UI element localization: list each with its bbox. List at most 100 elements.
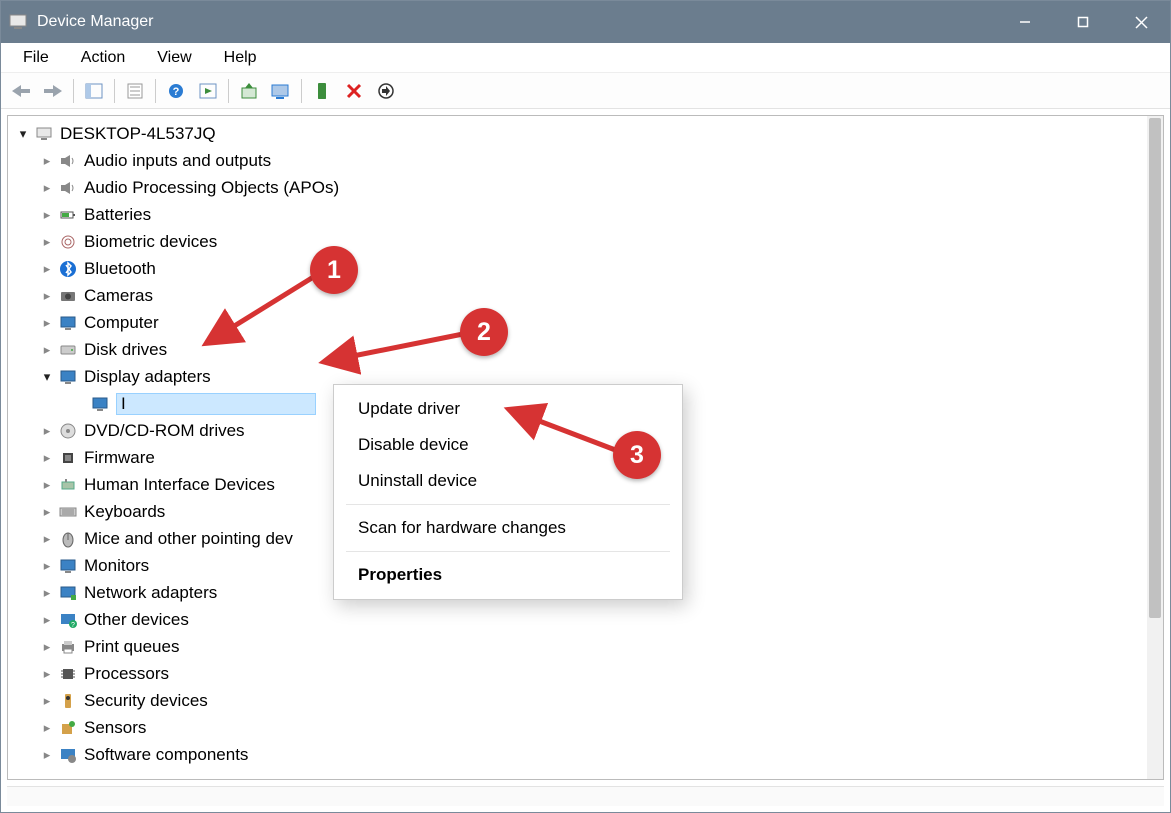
forward-button[interactable] — [38, 76, 68, 106]
disc-icon — [58, 421, 78, 441]
context-menu-item-update-driver[interactable]: Update driver — [334, 391, 682, 427]
expand-chevron-icon[interactable] — [40, 342, 54, 358]
back-button[interactable] — [6, 76, 36, 106]
tree-node-label: Disk drives — [84, 340, 167, 360]
tree-node-label: Other devices — [84, 610, 189, 630]
speaker-icon — [58, 151, 78, 171]
svg-text:?: ? — [71, 622, 75, 629]
expand-chevron-icon[interactable] — [40, 747, 54, 763]
tree-node-label: Audio Processing Objects (APOs) — [84, 178, 339, 198]
expand-chevron-icon[interactable] — [40, 180, 54, 196]
tree-node-label: Keyboards — [84, 502, 165, 522]
menu-help[interactable]: Help — [210, 45, 271, 71]
update-driver-button[interactable] — [234, 76, 264, 106]
context-menu-item-properties[interactable]: Properties — [334, 557, 682, 593]
expand-chevron-icon[interactable] — [40, 666, 54, 682]
expand-chevron-icon[interactable] — [40, 234, 54, 250]
tree-node-audio-processing-objects-apos-[interactable]: Audio Processing Objects (APOs) — [8, 174, 1147, 201]
tree-node-cameras[interactable]: Cameras — [8, 282, 1147, 309]
tree-node-label: DESKTOP-4L537JQ — [60, 124, 216, 144]
content-pane: DESKTOP-4L537JQ Audio inputs and outputs A… — [7, 115, 1164, 780]
tree-node-software-components[interactable]: Software components — [8, 741, 1147, 768]
tree-node-biometric-devices[interactable]: Biometric devices — [8, 228, 1147, 255]
tree-node-computer[interactable]: Computer — [8, 309, 1147, 336]
menu-view[interactable]: View — [143, 45, 205, 71]
device-manager-window: Device Manager File Action View Help ? — [0, 0, 1171, 813]
context-menu: Update driverDisable deviceUninstall dev… — [333, 384, 683, 600]
monitor-icon — [58, 556, 78, 576]
expand-chevron-icon[interactable] — [40, 693, 54, 709]
status-bar — [7, 786, 1164, 806]
tree-node-other-devices[interactable]: ? Other devices — [8, 606, 1147, 633]
expand-chevron-icon[interactable] — [40, 153, 54, 169]
tree-node-label: Batteries — [84, 205, 151, 225]
enable-device-button[interactable] — [307, 76, 337, 106]
computer-root-icon — [34, 124, 54, 144]
tree-node-processors[interactable]: Processors — [8, 660, 1147, 687]
other-icon: ? — [58, 610, 78, 630]
expand-chevron-icon[interactable] — [40, 423, 54, 439]
scan-hardware-button[interactable] — [266, 76, 296, 106]
expand-chevron-icon[interactable] — [40, 369, 54, 385]
toolbar-sep — [301, 79, 302, 103]
action-button[interactable] — [193, 76, 223, 106]
tree-node-print-queues[interactable]: Print queues — [8, 633, 1147, 660]
security-icon — [58, 691, 78, 711]
tree-node-disk-drives[interactable]: Disk drives — [8, 336, 1147, 363]
tree-root-node[interactable]: DESKTOP-4L537JQ — [8, 120, 1147, 147]
annotation-badge-3: 3 — [613, 431, 661, 479]
expand-chevron-icon[interactable] — [40, 558, 54, 574]
tree-node-label: Display adapters — [84, 367, 211, 387]
bluetooth-icon — [58, 259, 78, 279]
expand-chevron-icon[interactable] — [40, 288, 54, 304]
toolbar-sep — [114, 79, 115, 103]
window-title: Device Manager — [37, 13, 996, 31]
minimize-button[interactable] — [996, 1, 1054, 43]
mouse-icon — [58, 529, 78, 549]
scrollbar-thumb[interactable] — [1149, 118, 1161, 618]
context-menu-separator — [346, 504, 670, 505]
camera-icon — [58, 286, 78, 306]
expand-chevron-icon[interactable] — [16, 126, 30, 142]
expand-chevron-icon[interactable] — [40, 450, 54, 466]
tree-node-label: Human Interface Devices — [84, 475, 275, 495]
tree-node-label: Network adapters — [84, 583, 217, 603]
expand-chevron-icon[interactable] — [40, 720, 54, 736]
expand-chevron-icon[interactable] — [40, 261, 54, 277]
svg-text:?: ? — [173, 86, 180, 98]
tree-node-label: Cameras — [84, 286, 153, 306]
expand-chevron-icon[interactable] — [40, 531, 54, 547]
menubar: File Action View Help — [1, 43, 1170, 73]
expand-chevron-icon[interactable] — [40, 612, 54, 628]
expand-chevron-icon[interactable] — [40, 585, 54, 601]
uninstall-device-button[interactable] — [339, 76, 369, 106]
tree-node-bluetooth[interactable]: Bluetooth — [8, 255, 1147, 282]
tree-node-audio-inputs-and-outputs[interactable]: Audio inputs and outputs — [8, 147, 1147, 174]
maximize-button[interactable] — [1054, 1, 1112, 43]
help-button[interactable]: ? — [161, 76, 191, 106]
close-button[interactable] — [1112, 1, 1170, 43]
disk-icon — [58, 340, 78, 360]
battery-icon — [58, 205, 78, 225]
expand-chevron-icon[interactable] — [40, 477, 54, 493]
tree-node-sensors[interactable]: Sensors — [8, 714, 1147, 741]
context-menu-item-scan-for-hardware-changes[interactable]: Scan for hardware changes — [334, 510, 682, 546]
vertical-scrollbar[interactable] — [1147, 116, 1163, 779]
context-menu-separator — [346, 551, 670, 552]
annotation-badge-2: 2 — [460, 308, 508, 356]
tree-node-label: Mice and other pointing dev — [84, 529, 293, 549]
properties-button[interactable] — [120, 76, 150, 106]
monitor-icon — [58, 367, 78, 387]
disable-device-button[interactable] — [371, 76, 401, 106]
expand-chevron-icon[interactable] — [40, 315, 54, 331]
menu-action[interactable]: Action — [67, 45, 139, 71]
tree-node-batteries[interactable]: Batteries — [8, 201, 1147, 228]
expand-chevron-icon[interactable] — [40, 207, 54, 223]
menu-file[interactable]: File — [9, 45, 63, 71]
tree-node-label: Bluetooth — [84, 259, 156, 279]
expand-chevron-icon[interactable] — [40, 639, 54, 655]
show-hide-console-tree-button[interactable] — [79, 76, 109, 106]
tree-node-label: Security devices — [84, 691, 208, 711]
tree-node-security-devices[interactable]: Security devices — [8, 687, 1147, 714]
expand-chevron-icon[interactable] — [40, 504, 54, 520]
